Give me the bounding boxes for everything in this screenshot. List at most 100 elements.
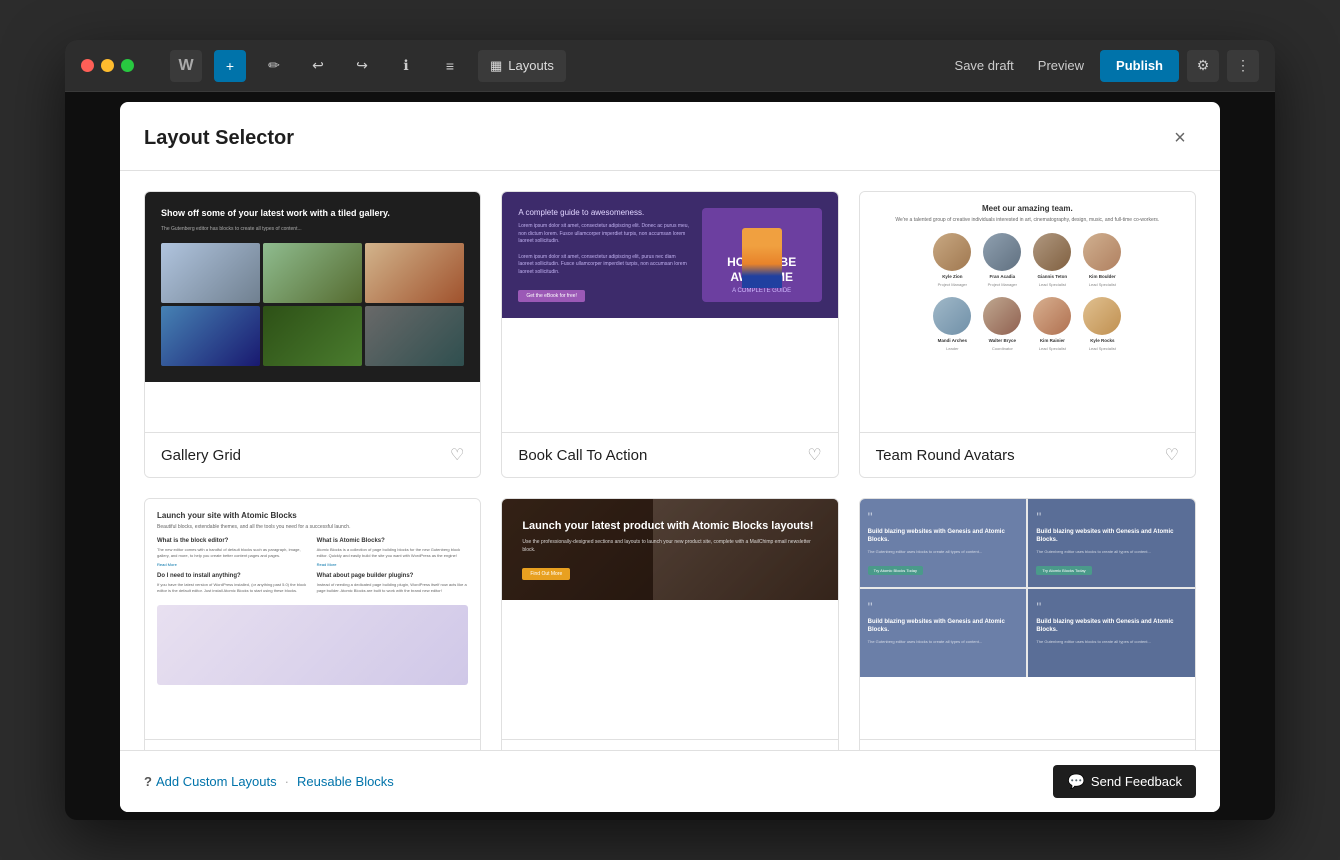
- team-section-desc: We're a talented group of creative indiv…: [872, 217, 1183, 223]
- settings-button[interactable]: ⚙: [1187, 50, 1219, 82]
- wordpress-logo: W: [170, 50, 202, 82]
- layout-card-product-launch[interactable]: Launch your latest product with Atomic B…: [501, 498, 838, 750]
- ellipsis-icon: ⋮: [1236, 57, 1250, 74]
- hamburger-icon: ≡: [446, 58, 454, 74]
- book-preview-content: A complete guide to awesomeness. Lorem i…: [502, 192, 837, 318]
- atomic-section-sub: Beautiful blocks, extendable themes, and…: [157, 524, 468, 530]
- save-draft-button[interactable]: Save draft: [947, 50, 1022, 82]
- app-window: W + ✏ ↩ ↪ ℹ ≡ ▦ Layouts Save draft Previ…: [65, 40, 1275, 820]
- layout-name-team-round: Team Round Avatars: [876, 447, 1015, 464]
- publish-button[interactable]: Publish: [1100, 50, 1179, 82]
- member-role-kim-boulder: Lead Specialist: [1089, 282, 1116, 287]
- gallery-subtext: The Gutenberg editor has blocks to creat…: [161, 226, 464, 234]
- product-cta-button[interactable]: Find Out More: [522, 568, 570, 580]
- book-tagline: A complete guide to awesomeness.: [518, 208, 691, 217]
- product-preview-content: Launch your latest product with Atomic B…: [502, 499, 837, 600]
- team-member-fran-acadia: Fran Acadia Project Manager: [983, 233, 1021, 287]
- genesis-btn-2[interactable]: Try Atomic Blocks Today: [1036, 566, 1091, 575]
- team-row-2: Mandi Arches Leader Walter Bryce Coordin…: [872, 297, 1183, 351]
- undo-button[interactable]: ↩: [302, 50, 334, 82]
- traffic-lights: [81, 59, 134, 72]
- team-row-1: Kyle Zion Project Manager Fran Acadia Pr…: [872, 233, 1183, 287]
- gallery-image-4: [161, 306, 260, 366]
- book-lorem-1: Lorem ipsum dolor sit amet, consectetur …: [518, 223, 691, 246]
- genesis-quote-3: ": [868, 599, 1019, 615]
- book-figure: [742, 228, 782, 288]
- book-left-content: A complete guide to awesomeness. Lorem i…: [518, 208, 691, 302]
- modal-footer: ? Add Custom Layouts · Reusable Blocks 💬…: [120, 750, 1220, 812]
- genesis-btn-1[interactable]: Try Atomic Blocks Today: [868, 566, 923, 575]
- info-button[interactable]: ℹ: [390, 50, 422, 82]
- modal-title: Layout Selector: [144, 127, 294, 150]
- avatar-walter-bryce: [983, 297, 1021, 335]
- minimize-traffic-light[interactable]: [101, 59, 114, 72]
- member-name-mandi-arches: Mandi Arches: [938, 338, 967, 343]
- layout-footer-product: Product Launch ♡: [502, 739, 837, 750]
- atomic-col-1-text: The new editor comes with a handful of d…: [157, 547, 309, 558]
- question-icon: ?: [144, 774, 152, 789]
- member-name-kyle-rocks: Kyle Rocks: [1090, 338, 1114, 343]
- genesis-quote-1: ": [868, 509, 1019, 525]
- atomic-section-title: Launch your site with Atomic Blocks: [157, 511, 468, 520]
- atomic-col-1-title-2: Do I need to install anything?: [157, 573, 309, 579]
- reusable-blocks-link[interactable]: Reusable Blocks: [297, 774, 394, 789]
- favorite-book-cta-button[interactable]: ♡: [807, 445, 821, 465]
- avatar-giannis-teton: [1033, 233, 1071, 271]
- genesis-text-2: The Gutenberg editor uses blocks to crea…: [1036, 549, 1187, 555]
- footer-separator: ·: [285, 774, 289, 789]
- titlebar-right: Save draft Preview Publish ⚙ ⋮: [947, 50, 1259, 82]
- product-desc: Use the professionally-designed sections…: [522, 539, 817, 554]
- undo-icon: ↩: [312, 57, 324, 74]
- layout-card-genesis[interactable]: " Build blazing websites with Genesis an…: [859, 498, 1196, 750]
- gear-icon: ⚙: [1197, 57, 1210, 74]
- preview-button[interactable]: Preview: [1030, 50, 1092, 82]
- fullscreen-traffic-light[interactable]: [121, 59, 134, 72]
- layout-preview-gallery-grid: Show off some of your latest work with a…: [145, 192, 480, 432]
- team-member-giannis-teton: Giannis Teton Lead Specialist: [1033, 233, 1071, 287]
- gallery-image-5: [263, 306, 362, 366]
- gallery-image-3: [365, 243, 464, 303]
- layout-card-gallery-grid[interactable]: Show off some of your latest work with a…: [144, 191, 481, 478]
- close-traffic-light[interactable]: [81, 59, 94, 72]
- member-name-giannis-teton: Giannis Teton: [1037, 274, 1067, 279]
- atomic-col-2-text: Atomic Blocks is a collection of page bu…: [317, 547, 469, 558]
- modal-overlay: Layout Selector × Show off some of your …: [65, 92, 1275, 820]
- add-custom-layouts-link[interactable]: Add Custom Layouts: [156, 774, 277, 789]
- send-feedback-button[interactable]: 💬 Send Feedback: [1053, 765, 1196, 798]
- layout-footer-team-round: Team Round Avatars ♡: [860, 432, 1195, 477]
- avatar-kyle-zion: [933, 233, 971, 271]
- atomic-read-more-1[interactable]: Read More: [157, 562, 309, 567]
- favorite-gallery-grid-button[interactable]: ♡: [450, 445, 464, 465]
- layout-card-book-cta[interactable]: A complete guide to awesomeness. Lorem i…: [501, 191, 838, 478]
- gallery-images-grid: [161, 243, 464, 366]
- layout-preview-book-cta: A complete guide to awesomeness. Lorem i…: [502, 192, 837, 432]
- tools-button[interactable]: ✏: [258, 50, 290, 82]
- atomic-col-2-text-2: Instead of needing a dedicated page buil…: [317, 582, 469, 593]
- team-member-kim-boulder: Kim Boulder Lead Specialist: [1083, 233, 1121, 287]
- member-role-walter-bryce: Coordinator: [992, 346, 1013, 351]
- grid-icon: ▦: [490, 58, 502, 74]
- product-text-content: Launch your latest product with Atomic B…: [502, 499, 837, 600]
- member-role-kim-rainier: Lead Specialist: [1039, 346, 1066, 351]
- genesis-text-3: The Gutenberg editor uses blocks to crea…: [868, 639, 1019, 645]
- layout-footer-genesis: Genesis Blocks ♡: [860, 739, 1195, 750]
- genesis-cell-2: " Build blazing websites with Genesis an…: [1028, 499, 1195, 587]
- layout-footer-gallery-grid: Gallery Grid ♡: [145, 432, 480, 477]
- modal-close-button[interactable]: ×: [1164, 122, 1196, 154]
- redo-icon: ↪: [356, 57, 368, 74]
- atomic-read-more-2[interactable]: Read More: [317, 562, 469, 567]
- footer-left-content: ? Add Custom Layouts · Reusable Blocks: [144, 774, 394, 789]
- add-block-button[interactable]: +: [214, 50, 246, 82]
- redo-button[interactable]: ↪: [346, 50, 378, 82]
- atomic-col-1-title: What is the block editor?: [157, 538, 309, 544]
- layouts-button[interactable]: ▦ Layouts: [478, 50, 566, 82]
- favorite-team-round-button[interactable]: ♡: [1165, 445, 1179, 465]
- book-cta-button[interactable]: Get the eBook for free!: [518, 290, 585, 302]
- team-preview-content: Meet our amazing team. We're a talented …: [860, 192, 1195, 373]
- layout-card-atomic-blocks[interactable]: Launch your site with Atomic Blocks Beau…: [144, 498, 481, 750]
- more-options-button[interactable]: ⋮: [1227, 50, 1259, 82]
- modal-body[interactable]: Show off some of your latest work with a…: [120, 171, 1220, 750]
- layout-card-team-round[interactable]: Meet our amazing team. We're a talented …: [859, 191, 1196, 478]
- genesis-title-2: Build blazing websites with Genesis and …: [1036, 529, 1187, 545]
- menu-button[interactable]: ≡: [434, 50, 466, 82]
